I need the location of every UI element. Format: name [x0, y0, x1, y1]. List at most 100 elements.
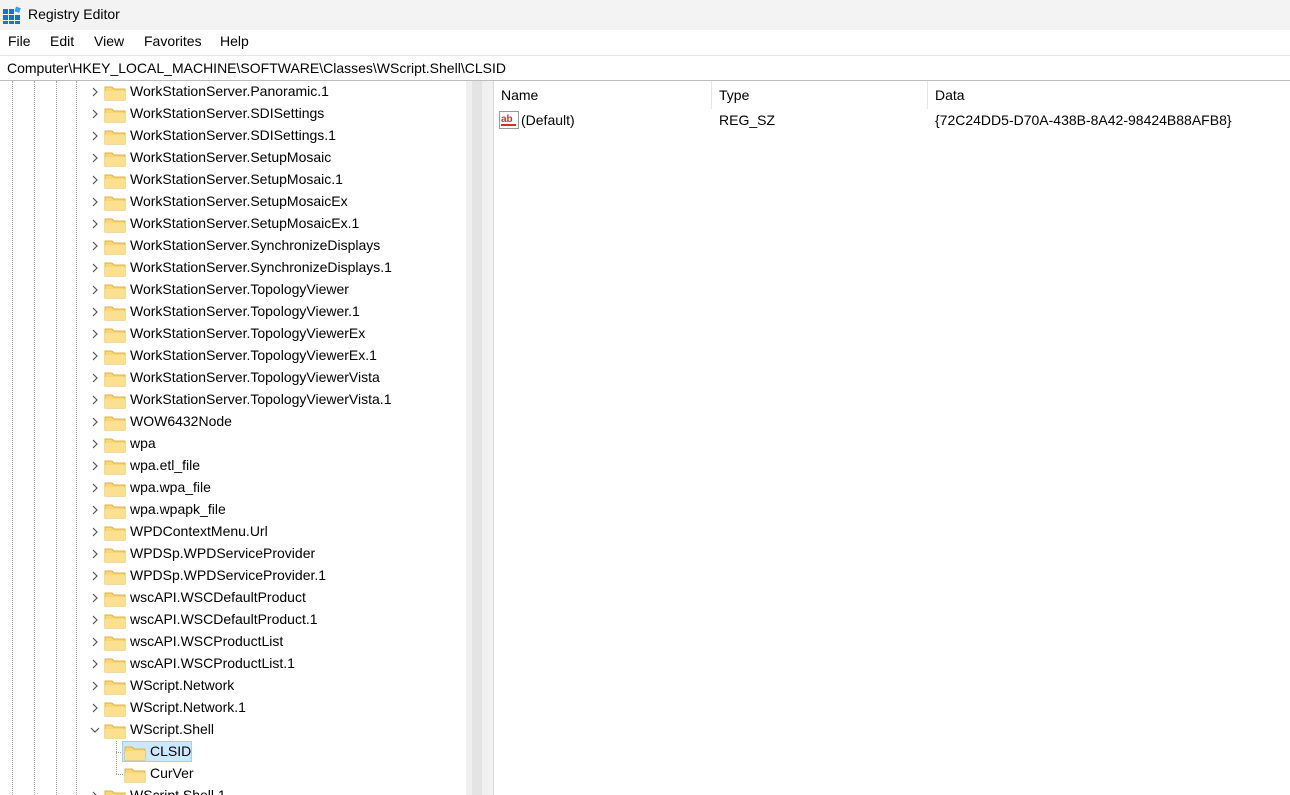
- tree-item[interactable]: WPDSp.WPDServiceProvider.1: [0, 565, 466, 587]
- column-header-data-label: Data: [935, 87, 965, 103]
- tree-item[interactable]: WScript.Shell.1: [0, 785, 466, 795]
- tree-item[interactable]: WorkStationServer.SetupMosaic: [0, 147, 466, 169]
- string-value-icon: ab: [499, 111, 519, 129]
- chevron-right-icon[interactable]: [89, 416, 101, 428]
- tree-item[interactable]: WorkStationServer.SynchronizeDisplays: [0, 235, 466, 257]
- address-path[interactable]: Computer\HKEY_LOCAL_MACHINE\SOFTWARE\Cla…: [7, 60, 506, 76]
- value-row[interactable]: ab (Default) REG_SZ {72C24DD5-D70A-438B-…: [494, 109, 1290, 131]
- folder-icon: [104, 284, 126, 299]
- tree-item[interactable]: WorkStationServer.SetupMosaic.1: [0, 169, 466, 191]
- chevron-right-icon[interactable]: [89, 614, 101, 626]
- tree-item[interactable]: WScript.Network.1: [0, 697, 466, 719]
- folder-icon: [104, 438, 126, 453]
- chevron-right-icon[interactable]: [89, 174, 101, 186]
- tree-item[interactable]: WPDSp.WPDServiceProvider: [0, 543, 466, 565]
- chevron-right-icon[interactable]: [89, 240, 101, 252]
- tree-item[interactable]: WorkStationServer.TopologyViewerEx.1: [0, 345, 466, 367]
- tree-item[interactable]: wscAPI.WSCDefaultProduct: [0, 587, 466, 609]
- menu-bar: File Edit View Favorites Help: [0, 30, 1290, 54]
- tree-item[interactable]: WorkStationServer.TopologyViewer.1: [0, 301, 466, 323]
- tree-item[interactable]: wpa.etl_file: [0, 455, 466, 477]
- tree-item[interactable]: wpa: [0, 433, 466, 455]
- folder-icon: [104, 658, 126, 673]
- tree-item-label: wscAPI.WSCProductList.1: [130, 655, 295, 671]
- key-tree[interactable]: WorkStationServer.Panoramic.1 WorkStation…: [0, 81, 466, 795]
- tree-item[interactable]: WorkStationServer.Panoramic.1: [0, 81, 466, 103]
- chevron-right-icon[interactable]: [89, 592, 101, 604]
- menu-help[interactable]: Help: [220, 33, 249, 49]
- folder-icon: [104, 482, 126, 497]
- folder-icon: [104, 130, 126, 145]
- tree-item[interactable]: WorkStationServer.SDISettings.1: [0, 125, 466, 147]
- tree-item-label: WorkStationServer.SynchronizeDisplays: [130, 237, 381, 253]
- chevron-right-icon[interactable]: [89, 372, 101, 384]
- chevron-right-icon[interactable]: [89, 438, 101, 450]
- column-header-type[interactable]: Type: [712, 81, 928, 109]
- tree-item[interactable]: wscAPI.WSCProductList: [0, 631, 466, 653]
- tree-item[interactable]: WorkStationServer.TopologyViewerVista.1: [0, 389, 466, 411]
- chevron-right-icon[interactable]: [89, 482, 101, 494]
- chevron-right-icon[interactable]: [89, 526, 101, 538]
- chevron-right-icon[interactable]: [89, 790, 101, 795]
- chevron-right-icon[interactable]: [89, 86, 101, 98]
- tree-item[interactable]: wpa.wpa_file: [0, 477, 466, 499]
- chevron-right-icon[interactable]: [89, 350, 101, 362]
- chevron-right-icon[interactable]: [89, 196, 101, 208]
- chevron-right-icon[interactable]: [89, 130, 101, 142]
- value-data: {72C24DD5-D70A-438B-8A42-98424B88AFB8}: [935, 112, 1232, 128]
- chevron-right-icon[interactable]: [89, 108, 101, 120]
- tree-scrollbar-thumb[interactable]: [472, 81, 482, 795]
- column-header-data[interactable]: Data: [928, 81, 1290, 109]
- tree-item[interactable]: WorkStationServer.SetupMosaicEx: [0, 191, 466, 213]
- values-list[interactable]: Name Type Data ab (Default) REG_SZ {72C2…: [494, 81, 1290, 795]
- tree-item[interactable]: wscAPI.WSCProductList.1: [0, 653, 466, 675]
- tree-scrollbar[interactable]: [466, 81, 488, 795]
- tree-item-label: WorkStationServer.SetupMosaicEx.1: [130, 215, 360, 231]
- chevron-right-icon[interactable]: [89, 394, 101, 406]
- tree-item[interactable]: wscAPI.WSCDefaultProduct.1: [0, 609, 466, 631]
- tree-item[interactable]: WorkStationServer.TopologyViewer: [0, 279, 466, 301]
- tree-item-label: WPDContextMenu.Url: [130, 523, 268, 539]
- value-name: (Default): [521, 112, 575, 128]
- folder-icon: [104, 416, 126, 431]
- tree-item-label: WorkStationServer.TopologyViewerEx: [130, 325, 366, 341]
- menu-view[interactable]: View: [94, 33, 124, 49]
- address-bar[interactable]: Computer\HKEY_LOCAL_MACHINE\SOFTWARE\Cla…: [0, 55, 1290, 81]
- tree-item[interactable]: WOW6432Node: [0, 411, 466, 433]
- tree-child-item[interactable]: CLSID: [0, 741, 466, 763]
- chevron-right-icon[interactable]: [89, 284, 101, 296]
- chevron-right-icon[interactable]: [89, 570, 101, 582]
- tree-item[interactable]: WorkStationServer.TopologyViewerEx: [0, 323, 466, 345]
- chevron-right-icon[interactable]: [89, 636, 101, 648]
- chevron-down-icon[interactable]: [89, 724, 101, 736]
- tree-item-label: wpa.etl_file: [130, 457, 201, 473]
- menu-favorites[interactable]: Favorites: [144, 33, 202, 49]
- chevron-right-icon[interactable]: [89, 702, 101, 714]
- tree-item[interactable]: WScript.Network: [0, 675, 466, 697]
- chevron-right-icon[interactable]: [89, 152, 101, 164]
- tree-item-label: WorkStationServer.Panoramic.1: [130, 83, 329, 99]
- chevron-right-icon[interactable]: [89, 504, 101, 516]
- chevron-right-icon[interactable]: [89, 680, 101, 692]
- folder-icon: [124, 768, 146, 783]
- chevron-right-icon[interactable]: [89, 306, 101, 318]
- chevron-right-icon[interactable]: [89, 658, 101, 670]
- tree-item[interactable]: WorkStationServer.SynchronizeDisplays.1: [0, 257, 466, 279]
- tree-item-label: WorkStationServer.SetupMosaicEx: [130, 193, 348, 209]
- tree-item[interactable]: WPDContextMenu.Url: [0, 521, 466, 543]
- chevron-right-icon[interactable]: [89, 328, 101, 340]
- chevron-right-icon[interactable]: [89, 548, 101, 560]
- chevron-right-icon[interactable]: [89, 262, 101, 274]
- menu-file[interactable]: File: [8, 33, 31, 49]
- tree-item[interactable]: WorkStationServer.SetupMosaicEx.1: [0, 213, 466, 235]
- tree-item[interactable]: WorkStationServer.SDISettings: [0, 103, 466, 125]
- menu-edit[interactable]: Edit: [50, 33, 74, 49]
- chevron-right-icon[interactable]: [89, 460, 101, 472]
- chevron-right-icon[interactable]: [89, 218, 101, 230]
- tree-item-label: WScript.Network: [130, 677, 235, 693]
- column-header-name[interactable]: Name: [494, 81, 712, 109]
- tree-item[interactable]: WorkStationServer.TopologyViewerVista: [0, 367, 466, 389]
- tree-item[interactable]: WScript.Shell: [0, 719, 466, 741]
- tree-child-item[interactable]: CurVer: [0, 763, 466, 785]
- tree-item[interactable]: wpa.wpapk_file: [0, 499, 466, 521]
